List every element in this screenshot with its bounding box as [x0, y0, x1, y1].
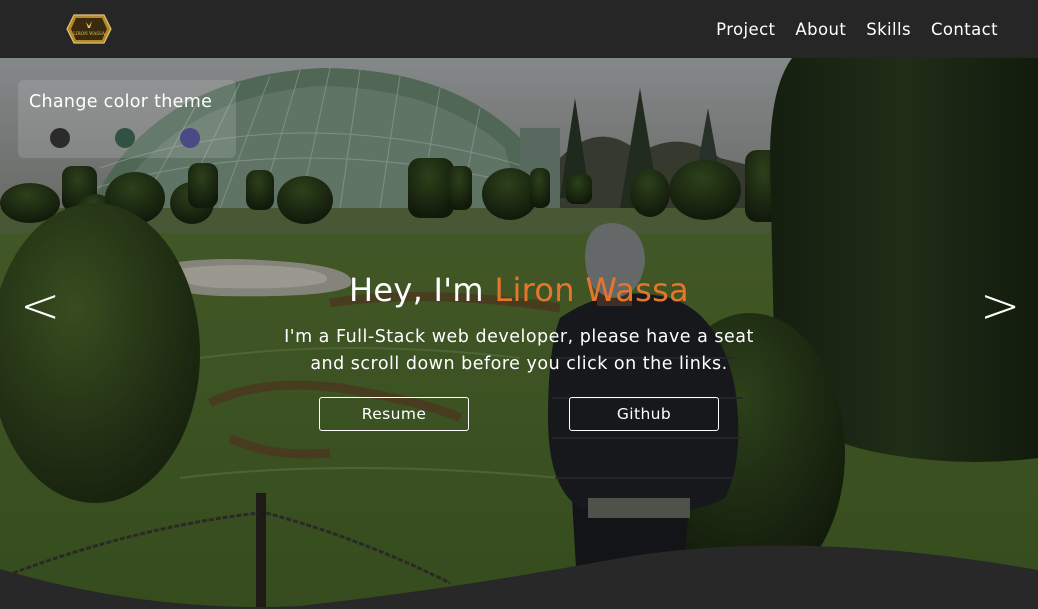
hero-headline: Hey, I'm Liron Wassa: [0, 271, 1038, 309]
theme-swatch-purple[interactable]: [180, 128, 200, 148]
navbar: LIRON WASSA Project About Skills Contact: [0, 0, 1038, 58]
theme-picker-title: Change color theme: [29, 92, 213, 112]
nav-item-project[interactable]: Project: [716, 20, 775, 39]
nav-item-skills[interactable]: Skills: [866, 20, 911, 39]
logo-text: LIRON WASSA: [73, 31, 106, 36]
hero-name: Liron Wassa: [494, 271, 689, 309]
theme-picker-panel: Change color theme: [18, 80, 236, 158]
theme-swatch-dark[interactable]: [50, 128, 70, 148]
nav-item-contact[interactable]: Contact: [931, 20, 998, 39]
hero-section: Change color theme < > Hey, I'm Liron Wa…: [0, 58, 1038, 609]
hero-greeting: Hey, I'm: [349, 271, 495, 309]
nav-links: Project About Skills Contact: [716, 0, 998, 58]
hero-subtitle: I'm a Full-Stack web developer, please h…: [0, 324, 1038, 378]
resume-button[interactable]: Resume: [319, 397, 469, 431]
hero-subtitle-line2: and scroll down before you click on the …: [310, 354, 728, 374]
github-button[interactable]: Github: [569, 397, 719, 431]
logo[interactable]: LIRON WASSA: [66, 13, 112, 45]
theme-swatch-green[interactable]: [115, 128, 135, 148]
nav-item-about[interactable]: About: [795, 20, 846, 39]
hero-subtitle-line1: I'm a Full-Stack web developer, please h…: [284, 327, 754, 347]
